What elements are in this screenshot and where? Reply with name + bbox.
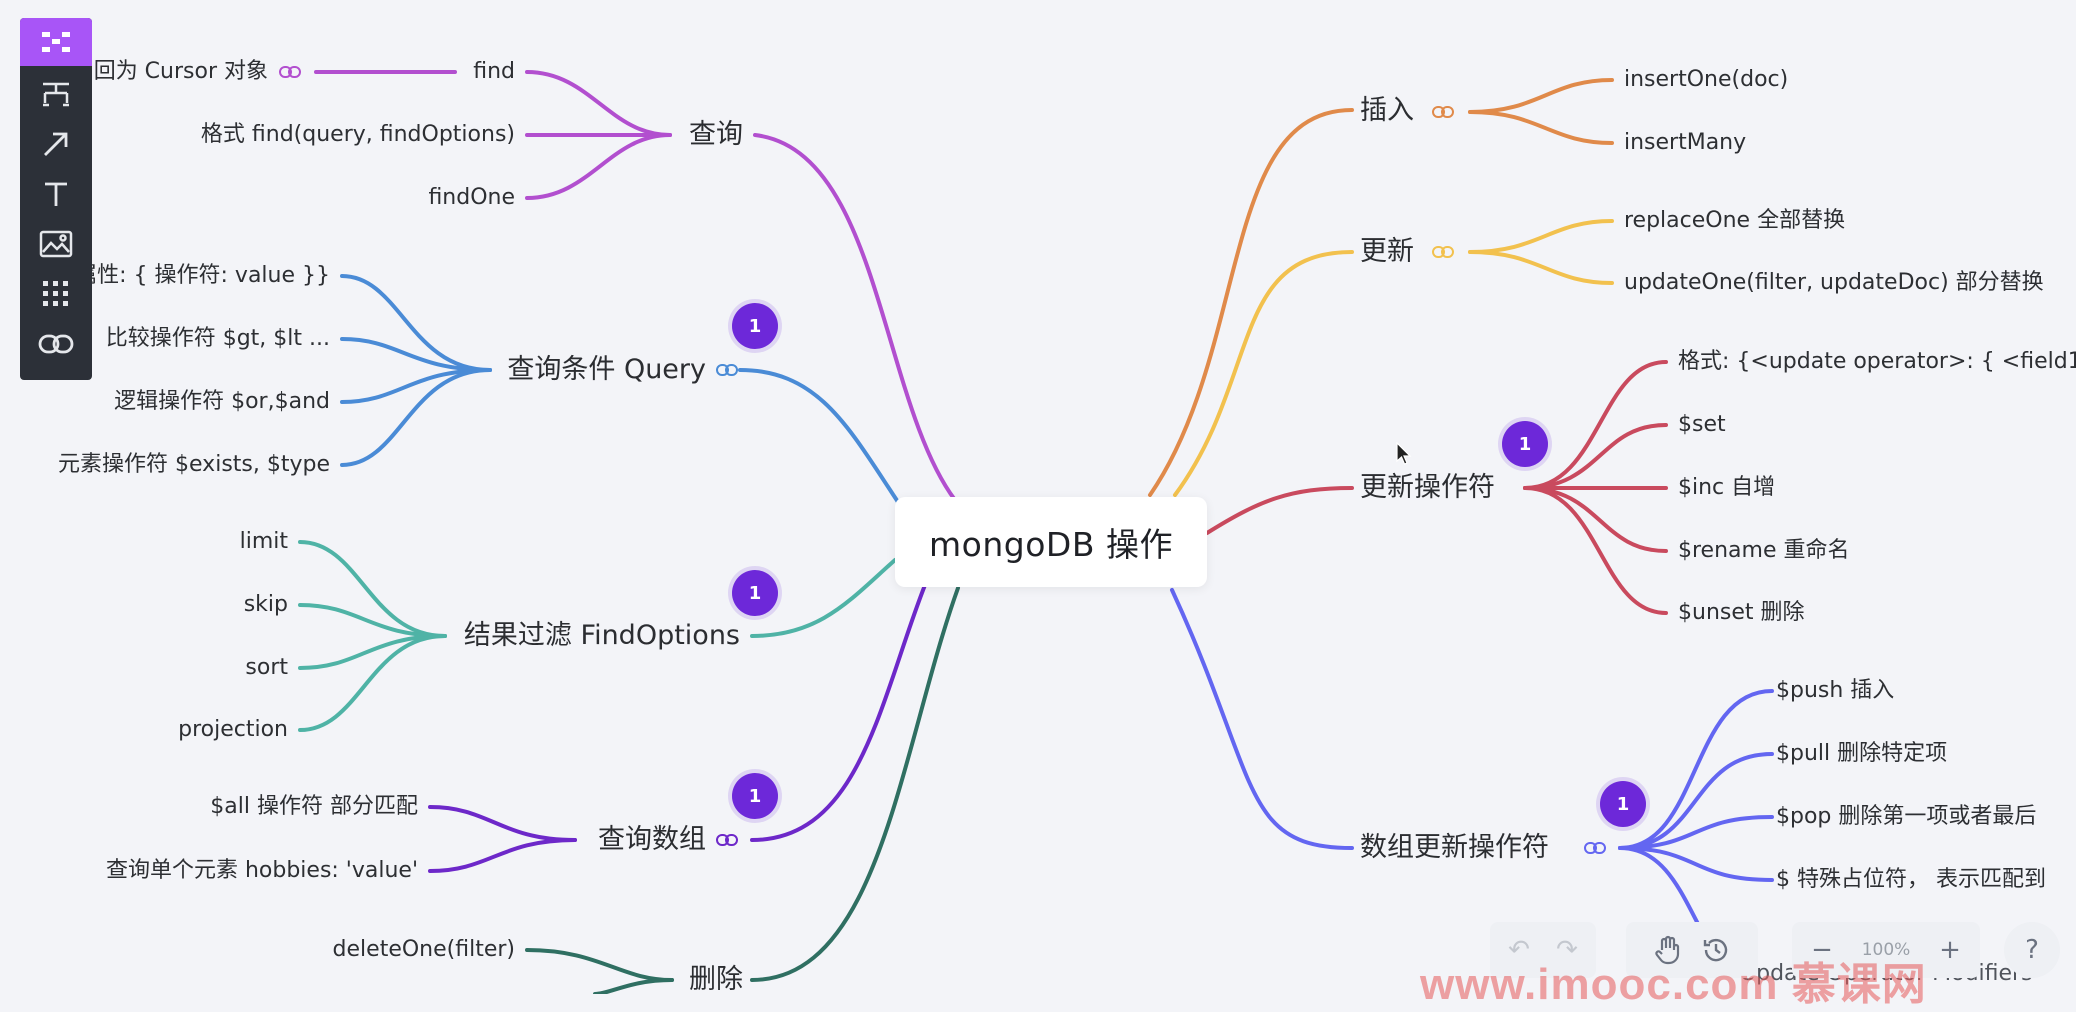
branch-array-query[interactable]: 查询数组 [598, 822, 706, 858]
leaf-positional[interactable]: $ 特殊占位符， 表示匹配到 [1776, 865, 2046, 895]
leaf-skip[interactable]: skip [244, 590, 288, 620]
arrow-icon[interactable] [20, 120, 92, 168]
leaf-inc[interactable]: $inc 自增 [1678, 473, 1775, 503]
leaf-logical-ops[interactable]: 逻辑操作符 $or,$and [114, 387, 330, 417]
branch-find-options[interactable]: 结果过滤 FindOptions [464, 618, 740, 654]
branch-update-operators[interactable]: 更新操作符 [1360, 470, 1495, 506]
leaf-pop[interactable]: $pop 删除第一项或者最后 [1776, 802, 2036, 832]
leaf-set[interactable]: $set [1678, 410, 1726, 440]
link-icon[interactable] [1432, 245, 1454, 259]
leaf-findone[interactable]: findOne [428, 183, 515, 213]
link-icon[interactable] [20, 320, 92, 368]
branch-query[interactable]: 查询 [689, 117, 743, 153]
leaf-push[interactable]: $push 插入 [1776, 676, 1894, 706]
comment-badge[interactable]: 1 [732, 773, 778, 819]
branch-insert[interactable]: 插入 [1360, 93, 1414, 129]
branch-delete[interactable]: 删除 [689, 962, 743, 998]
grid-icon[interactable] [20, 270, 92, 318]
leaf-limit[interactable]: limit [240, 527, 288, 557]
comment-badge[interactable]: 1 [1600, 781, 1646, 827]
leaf-single-element[interactable]: 查询单个元素 hobbies: 'value' [106, 856, 418, 886]
branch-array-update-operators[interactable]: 数组更新操作符 [1360, 830, 1549, 866]
leaf-cursor-object[interactable]: 回为 Cursor 对象 [94, 57, 268, 87]
leaf-insertmany[interactable]: insertMany [1624, 128, 1746, 158]
comment-badge[interactable]: 1 [1502, 421, 1548, 467]
query-cond-connectors [340, 274, 902, 507]
help-button[interactable]: ? [2004, 922, 2060, 978]
zoom-in-icon[interactable]: + [1926, 926, 1974, 974]
leaf-rename[interactable]: $rename 重命名 [1678, 536, 1849, 566]
link-icon[interactable] [716, 363, 738, 377]
leaf-update-format[interactable]: 格式: {<update operator>: { <field1> [1678, 347, 2076, 377]
mindmap-icon[interactable] [20, 70, 92, 118]
leaf-pull[interactable]: $pull 删除特定项 [1776, 739, 1947, 769]
structure-icon[interactable] [20, 18, 92, 66]
leaf-deleteone[interactable]: deleteOne(filter) [333, 935, 515, 965]
help-icon: ? [2025, 935, 2039, 965]
leaf-find-format[interactable]: 格式 find(query, findOptions) [201, 120, 515, 150]
array-update-connectors [1170, 588, 1774, 977]
leaf-replaceone[interactable]: replaceOne 全部替换 [1624, 206, 1845, 236]
root-node[interactable]: mongoDB 操作 [895, 497, 1207, 587]
link-icon[interactable] [1584, 841, 1606, 855]
watermark: www.imooc.com 慕课网 [1420, 960, 1927, 1009]
link-icon[interactable] [279, 65, 301, 79]
left-toolbar [20, 18, 92, 380]
image-icon[interactable] [20, 220, 92, 268]
leaf-all-operator[interactable]: $all 操作符 部分匹配 [210, 792, 418, 822]
leaf-updateone[interactable]: updateOne(filter, updateDoc) 部分替换 [1624, 268, 2044, 298]
mouse-cursor-icon [1396, 442, 1412, 465]
link-icon[interactable] [1432, 105, 1454, 119]
link-icon[interactable] [716, 833, 738, 847]
comment-badge[interactable]: 1 [732, 570, 778, 616]
branch-query-conditions[interactable]: 查询条件 Query [507, 352, 706, 388]
leaf-projection[interactable]: projection [178, 715, 288, 745]
leaf-sort[interactable]: sort [245, 653, 288, 683]
root-label: mongoDB 操作 [929, 525, 1173, 564]
leaf-unset[interactable]: $unset 删除 [1678, 598, 1805, 628]
branch-update[interactable]: 更新 [1360, 234, 1414, 270]
leaf-element-ops[interactable]: 元素操作符 $exists, $type [58, 450, 330, 480]
leaf-find[interactable]: find [473, 57, 515, 87]
leaf-comparison-ops[interactable]: 比较操作符 $gt, $lt ... [106, 324, 330, 354]
comment-badge[interactable]: 1 [732, 303, 778, 349]
text-icon[interactable] [20, 170, 92, 218]
leaf-insertone[interactable]: insertOne(doc) [1624, 65, 1788, 95]
